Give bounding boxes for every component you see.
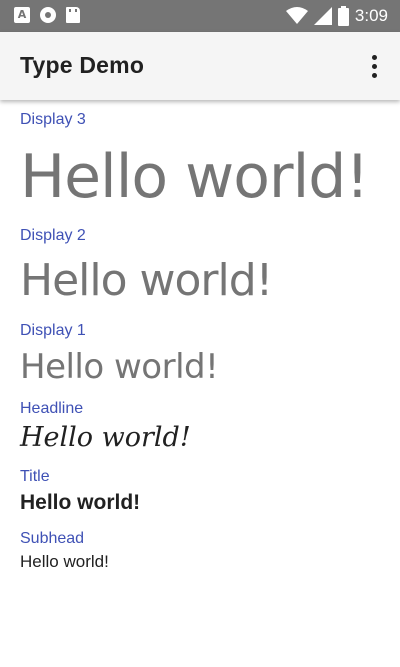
subhead-label: Subhead [20,530,85,547]
status-time: 3:09 [354,6,388,25]
headline-sample: Hello world! [20,422,191,453]
subhead-sample: Hello world! [20,552,109,571]
display1-sample: Hello world! [20,347,219,387]
type-list: Display 3 Hello world! Display 2 Hello w… [20,100,390,575]
wifi-icon [285,7,308,24]
display3-label: Display 3 [20,111,86,128]
display2-label: Display 2 [20,227,86,244]
menu-dot [371,63,377,69]
app-bar: Type Demo [0,32,400,100]
menu-dot [371,72,377,78]
status-bar-notifications: A [14,7,80,23]
title-sample: Hello world! [20,491,141,514]
status-bar: A 3:09 [0,0,400,32]
headline-label: Headline [20,400,84,417]
signal-icon [313,7,332,25]
display1-label: Display 1 [20,322,86,339]
app-a-icon: A [14,7,30,23]
app-title: Type Demo [20,52,145,78]
battery-icon [337,6,349,26]
more-vert-icon[interactable] [364,52,384,80]
display2-sample: Hello world! [20,255,273,306]
title-label: Title [20,468,50,485]
menu-dot [371,54,377,60]
status-bar-system: 3:09 [285,5,388,27]
sd-card-icon [66,7,80,23]
record-icon [40,7,56,23]
display3-sample: Hello world! [20,142,369,212]
